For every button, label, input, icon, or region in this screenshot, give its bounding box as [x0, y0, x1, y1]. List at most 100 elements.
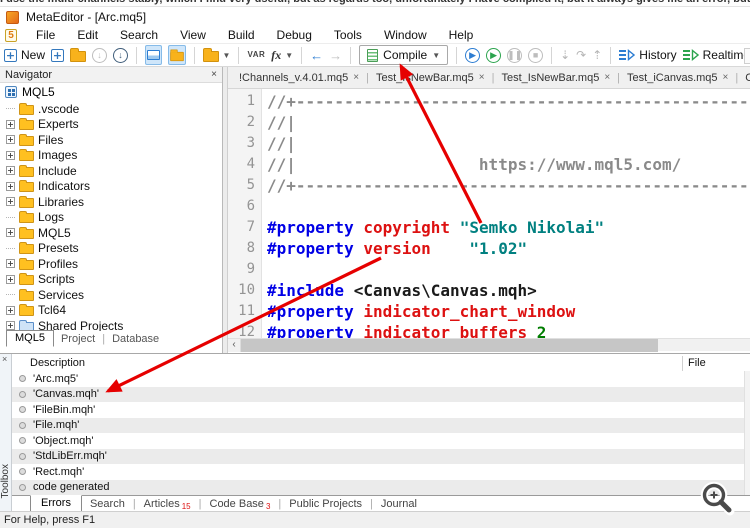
- expand-icon[interactable]: +: [6, 182, 15, 191]
- pause-button[interactable]: ❚❚: [507, 48, 522, 63]
- file-tab-test-isnewbar-mq5[interactable]: Test_IsNewBar.mq5×: [369, 67, 492, 88]
- step-into-button[interactable]: ⇣: [560, 49, 570, 61]
- forward-button[interactable]: →: [329, 49, 342, 62]
- clipped-toolbar-button[interactable]: [744, 48, 750, 64]
- tab-count-badge: 15: [182, 502, 191, 511]
- nav-tab-database[interactable]: Database: [105, 332, 166, 347]
- expand-icon[interactable]: +: [6, 151, 15, 160]
- hscrollbar-thumb[interactable]: [241, 339, 658, 352]
- toolbox-row-filebin-mqh[interactable]: 'FileBin.mqh': [12, 402, 744, 418]
- expand-icon[interactable]: +: [6, 228, 15, 237]
- toolbox-row-canvas-mqh[interactable]: 'Canvas.mqh': [12, 387, 744, 403]
- nav-tab-project[interactable]: Project: [54, 332, 102, 347]
- toolbox-row-file-mqh[interactable]: 'File.mqh': [12, 418, 744, 434]
- step-out-button[interactable]: ⇡: [592, 49, 602, 61]
- compile-button[interactable]: Compile ▼: [359, 45, 448, 65]
- toolbox-vscrollbar[interactable]: [744, 371, 750, 495]
- toolbox-row-object-mqh[interactable]: 'Object.mqh': [12, 433, 744, 449]
- toolbox-close-icon[interactable]: ×: [2, 355, 7, 364]
- menu-tools[interactable]: Tools: [323, 28, 373, 42]
- tree-item-presets[interactable]: Presets: [0, 241, 222, 257]
- tree-item-experts[interactable]: +Experts: [0, 117, 222, 133]
- tree-item-profiles[interactable]: +Profiles: [0, 256, 222, 272]
- tree-item-files[interactable]: +Files: [0, 132, 222, 148]
- line-number: 11: [228, 301, 255, 322]
- toolbox-tab-journal[interactable]: Journal: [373, 498, 425, 510]
- expand-icon[interactable]: +: [6, 166, 15, 175]
- expand-icon[interactable]: +: [6, 197, 15, 206]
- toolbox-tab-code-base[interactable]: Code Base3: [202, 498, 279, 511]
- stop-button[interactable]: ■: [528, 48, 543, 63]
- scroll-left-arrow-icon[interactable]: ‹: [228, 339, 241, 352]
- history-button[interactable]: History: [619, 48, 676, 62]
- menu-file[interactable]: File: [25, 28, 66, 42]
- expand-icon[interactable]: +: [6, 259, 15, 268]
- code-area[interactable]: //+-------------------------------------…: [262, 89, 750, 338]
- file-tab-test-isnewbar-mq5[interactable]: Test_IsNewBar.mq5×: [495, 67, 618, 88]
- tree-item-include[interactable]: +Include: [0, 163, 222, 179]
- toolbox-row-stdliberr-mqh[interactable]: 'StdLibErr.mqh': [12, 449, 744, 465]
- menu-help[interactable]: Help: [438, 28, 485, 42]
- start-debug-button[interactable]: ▶: [465, 48, 480, 63]
- expand-icon[interactable]: +: [6, 120, 15, 129]
- new-button[interactable]: New: [4, 48, 45, 62]
- expand-icon[interactable]: +: [6, 306, 15, 315]
- tree-item-tcl64[interactable]: +Tcl64: [0, 303, 222, 319]
- toolbox-row-code-generated[interactable]: code generated: [12, 480, 744, 496]
- toolbox-row-rect-mqh[interactable]: 'Rect.mqh': [12, 464, 744, 480]
- stop-icon: ■: [528, 48, 543, 63]
- restore-button[interactable]: ↓: [113, 48, 128, 63]
- tree-item-scripts[interactable]: +Scripts: [0, 272, 222, 288]
- code-token: "Semko Nikolai": [460, 218, 605, 237]
- step-over-button[interactable]: ↷: [576, 49, 586, 61]
- tree-item-images[interactable]: +Images: [0, 148, 222, 164]
- tree-item-mql5[interactable]: +MQL5: [0, 225, 222, 241]
- expand-icon[interactable]: +: [6, 275, 15, 284]
- file-tab-channels-v-4-01-mq5[interactable]: !Channels_v.4.01.mq5×: [232, 67, 366, 88]
- toolbox-tab-errors[interactable]: Errors: [30, 495, 82, 512]
- bullet-icon: [19, 468, 26, 475]
- toolbox-tab-search[interactable]: Search: [82, 498, 133, 510]
- editor-hscrollbar[interactable]: ‹: [228, 338, 750, 351]
- navigator-close-icon[interactable]: ×: [211, 70, 217, 80]
- menu-search[interactable]: Search: [109, 28, 169, 42]
- toggle-toolbox-button[interactable]: [168, 45, 186, 65]
- tree-item-services[interactable]: Services: [0, 287, 222, 303]
- tab-close-icon[interactable]: ×: [723, 73, 729, 83]
- tab-close-icon[interactable]: ×: [479, 73, 485, 83]
- tree-item-indicators[interactable]: +Indicators: [0, 179, 222, 195]
- code-editor[interactable]: 123456789101112 //+---------------------…: [228, 89, 750, 338]
- save-button[interactable]: ↓: [92, 48, 107, 63]
- menu-edit[interactable]: Edit: [66, 28, 109, 42]
- tree-root-mql5[interactable]: MQL5: [0, 84, 222, 100]
- file-tab-test-icanvas-mq5[interactable]: Test_iCanvas.mq5×: [620, 67, 735, 88]
- expand-icon[interactable]: +: [6, 321, 15, 330]
- tree-item-libraries[interactable]: +Libraries: [0, 194, 222, 210]
- tree-item-logs[interactable]: Logs: [0, 210, 222, 226]
- file-tab-canvas-mqh[interactable]: Canvas.mqh×: [738, 67, 750, 88]
- toolbox-tab-articles[interactable]: Articles15: [136, 498, 199, 511]
- column-divider[interactable]: [682, 356, 683, 371]
- toolbox-row-arc-mq5[interactable]: 'Arc.mq5': [12, 371, 744, 387]
- function-button[interactable]: fx ▼: [271, 49, 293, 61]
- tab-close-icon[interactable]: ×: [604, 73, 610, 83]
- open-button[interactable]: [70, 48, 86, 62]
- nav-tab-mql5[interactable]: MQL5: [6, 330, 54, 347]
- menu-view[interactable]: View: [169, 28, 217, 42]
- realtime-button[interactable]: Realtime: [683, 48, 750, 62]
- open-data-folder-button[interactable]: ▼: [203, 48, 231, 62]
- tab-close-icon[interactable]: ×: [353, 73, 359, 83]
- start-debug-icon: ▶: [465, 48, 480, 63]
- toolbox-row-label: code generated: [33, 481, 109, 493]
- new-item-button[interactable]: [51, 49, 64, 62]
- menu-build[interactable]: Build: [217, 28, 266, 42]
- toggle-navigator-button[interactable]: [145, 45, 162, 65]
- variable-button[interactable]: VAR: [247, 51, 265, 59]
- menu-debug[interactable]: Debug: [266, 28, 323, 42]
- toolbox-tab-public-projects[interactable]: Public Projects: [281, 498, 370, 510]
- menu-window[interactable]: Window: [373, 28, 438, 42]
- expand-icon[interactable]: +: [6, 135, 15, 144]
- back-button[interactable]: ←: [310, 49, 323, 62]
- tree-item-vscode[interactable]: .vscode: [0, 101, 222, 117]
- start-button[interactable]: ▶: [486, 48, 501, 63]
